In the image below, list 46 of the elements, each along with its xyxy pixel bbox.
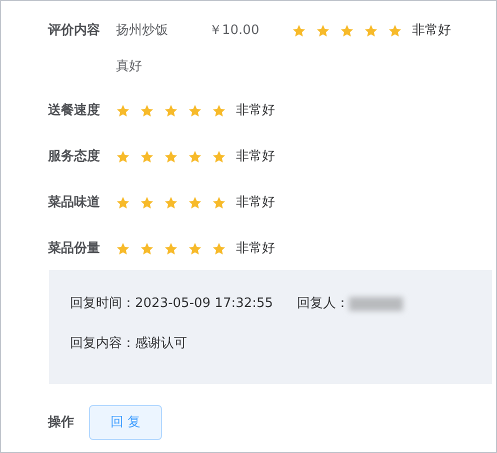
star-icon — [164, 196, 178, 210]
reply-button[interactable]: 回 复 — [89, 405, 162, 440]
star-icon — [212, 196, 226, 210]
star-icon — [140, 150, 154, 164]
rating-text: 非常好 — [236, 194, 275, 212]
star-icon — [212, 242, 226, 256]
star-icon — [188, 242, 202, 256]
field-label: 菜品份量 — [48, 240, 101, 258]
star-icon — [116, 242, 130, 256]
replier-label: 回复人： — [297, 295, 350, 313]
reply-content: 感谢认可 — [135, 334, 187, 352]
rating-text: 非常好 — [412, 22, 451, 40]
field-label: 菜品味道 — [48, 194, 101, 212]
star-icon — [116, 196, 130, 210]
star-icon — [188, 104, 202, 118]
field-label: 送餐速度 — [48, 102, 101, 120]
comment-text: 真好 — [116, 58, 142, 76]
star-icon — [164, 150, 178, 164]
star-icon — [388, 24, 402, 38]
rating-text: 非常好 — [236, 102, 275, 120]
star-icon — [340, 24, 354, 38]
star-icon — [212, 150, 226, 164]
star-icon — [140, 104, 154, 118]
star-icon — [188, 150, 202, 164]
field-label: 服务态度 — [48, 148, 101, 166]
star-icon — [116, 104, 130, 118]
field-label: 操作 — [48, 414, 75, 432]
rating-text: 非常好 — [236, 240, 275, 258]
star-icon — [140, 242, 154, 256]
star-icon — [364, 24, 378, 38]
star-icon — [188, 196, 202, 210]
dish-name: 扬州炒饭 — [116, 22, 169, 40]
rating-text: 非常好 — [236, 148, 275, 166]
star-icon — [292, 24, 306, 38]
star-icon — [212, 104, 226, 118]
star-icon — [140, 196, 154, 210]
reply-time: 2023-05-09 17:32:55 — [135, 295, 274, 313]
reply-time-label: 回复时间： — [70, 295, 135, 313]
star-icon — [116, 150, 130, 164]
star-icon — [316, 24, 330, 38]
field-label: 评价内容 — [48, 22, 101, 40]
reply-content-label: 回复内容： — [70, 334, 135, 352]
star-icon — [164, 242, 178, 256]
blurred-name — [349, 296, 404, 311]
price-text: ￥10.00 — [209, 22, 260, 40]
star-icon — [164, 104, 178, 118]
